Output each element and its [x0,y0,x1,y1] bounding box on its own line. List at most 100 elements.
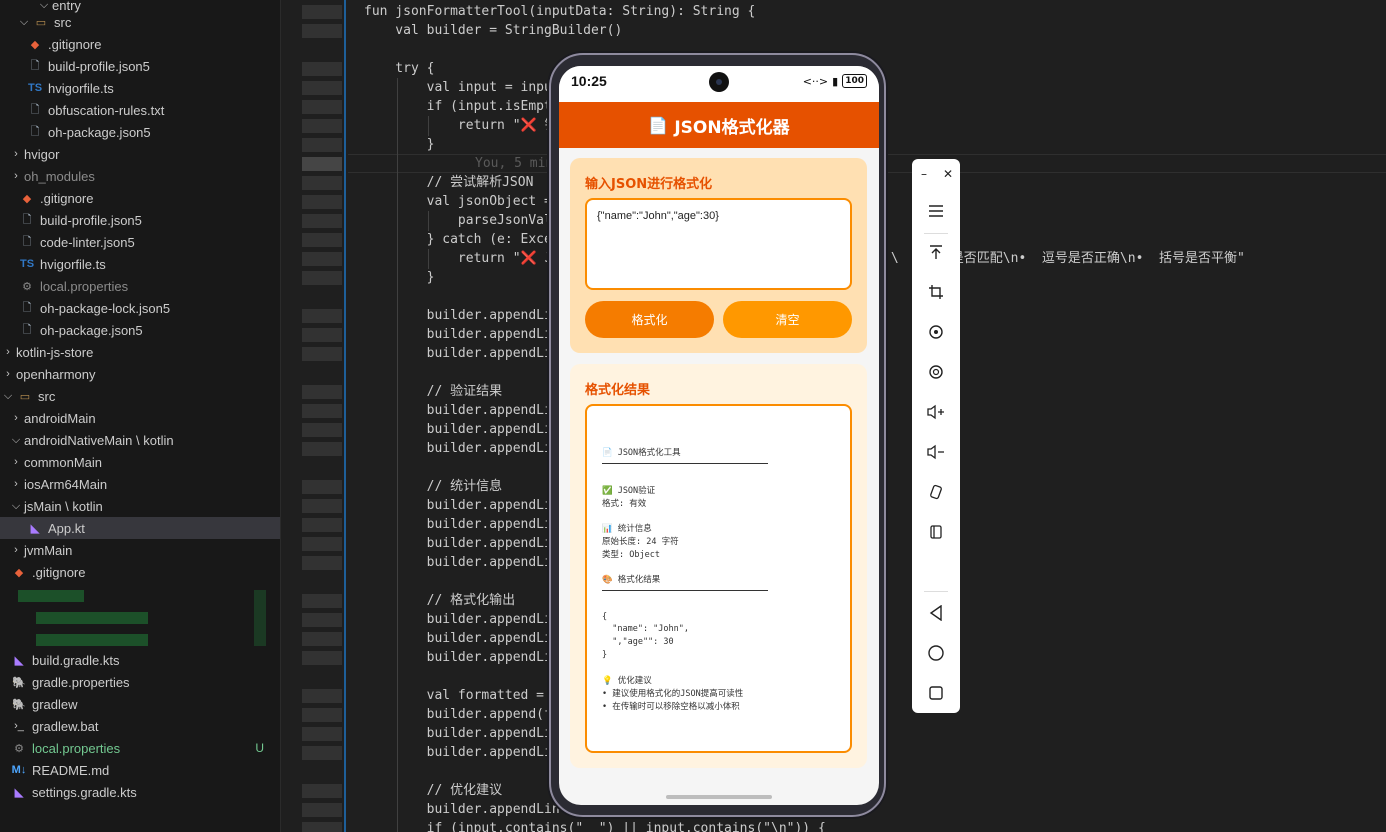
code-line: val formatted = [364,688,545,703]
modified-lines-indicator [344,0,346,832]
tree-item[interactable]: ◣ settings.gradle.kts [0,781,280,803]
typescript-icon: TS [27,82,43,94]
tree-item[interactable]: 🐘 gradle.properties [0,671,280,693]
tree-item[interactable]: ◣ App.kt [0,517,280,539]
redacted-item [36,612,148,624]
chevron-down-icon[interactable]: ⌵ [0,390,16,403]
tree-item[interactable]: ⚙ local.properties U [0,737,280,759]
kotlin-icon: ◣ [30,522,40,535]
rotate-device-icon[interactable] [912,478,960,506]
markdown-icon: M↓ [11,764,27,776]
code-line: builder.appendLi [364,631,552,646]
result-validate-title: ✅ JSON验证 [602,486,656,496]
tree-item[interactable]: › iosArm64Main [0,473,280,495]
tree-item[interactable]: 🗋 oh-package.json5 [0,121,280,143]
code-line: builder.appendLi [364,612,552,627]
tree-item[interactable]: ◆ .gitignore [0,187,280,209]
code-line: if (input.isEmpt [364,99,552,114]
code-line: return "❌ 错 [364,118,558,133]
chevron-down-icon[interactable]: ⌵ [8,434,24,447]
tree-item-label: build-profile.json5 [40,212,142,228]
tree-item-label: .gitignore [32,564,86,580]
code-line: builder.appendLi [364,308,552,323]
tree-item-label: code-linter.json5 [40,234,135,250]
tree-item[interactable]: › commonMain [0,451,280,473]
tree-item[interactable]: › openharmony [0,363,280,385]
tree-item[interactable]: TS hvigorfile.ts [0,253,280,275]
code-line: val jsonObject = [364,194,552,209]
menu-icon[interactable] [912,197,960,225]
minimize-button[interactable]: – [912,160,936,188]
tree-item[interactable]: ›_ gradlew.bat [0,715,280,737]
app-title: JSON格式化器 [674,117,790,138]
tree-item[interactable]: › kotlin-js-store [0,341,280,363]
recents-icon[interactable] [912,679,960,707]
tree-item-label: hvigorfile.ts [48,80,114,96]
code-line: builder.appendLi [364,327,552,342]
kotlin-icon: ◣ [14,786,24,799]
format-button[interactable]: 格式化 [585,301,714,338]
chevron-right-icon[interactable]: › [8,170,24,182]
tree-item[interactable]: TS hvigorfile.ts [0,77,280,99]
pin-top-icon[interactable] [912,238,960,266]
chevron-down-icon[interactable]: ⌵ [8,500,24,513]
tree-item-label: settings.gradle.kts [32,784,137,800]
tree-item[interactable]: › androidMain [0,407,280,429]
tree-item[interactable]: ◆ .gitignore [0,561,280,583]
code-line: builder.appendLin [364,802,560,817]
chevron-down-icon[interactable]: ⌵ [16,16,32,29]
chevron-right-icon[interactable]: › [8,478,24,490]
tree-item[interactable]: 🗋 oh-package.json5 [0,319,280,341]
chevron-right-icon[interactable]: › [8,148,24,160]
close-button[interactable]: ✕ [936,160,960,188]
tree-item[interactable]: 🗋 build-profile.json5 [0,209,280,231]
tree-item[interactable]: ⚙ local.properties [0,275,280,297]
redacted-item [18,590,84,602]
tree-item[interactable]: 🗋 obfuscation-rules.txt [0,99,280,121]
tree-item[interactable]: ⌵ ▭ src [0,385,280,407]
code-line: builder.appendLi [364,498,552,513]
tree-item[interactable]: ⌵ androidNativeMain \ kotlin [0,429,280,451]
chevron-right-icon[interactable]: › [0,368,16,380]
clear-button[interactable]: 清空 [723,301,852,338]
volume-down-icon[interactable] [912,438,960,466]
chevron-right-icon[interactable]: › [8,412,24,424]
tree-item[interactable]: ⌵ jsMain \ kotlin [0,495,280,517]
chevron-right-icon[interactable]: › [8,544,24,556]
tree-item[interactable]: 🗋 build-profile.json5 [0,55,280,77]
fold-device-icon[interactable] [912,518,960,546]
tree-item[interactable]: 🐘 gradlew [0,693,280,715]
gradle-icon: 🐘 [12,698,26,711]
code-line: // 验证结果 [364,384,503,399]
tree-item[interactable]: ⌵ ▭ src [0,11,280,33]
result-json-line: ","age"": 30 [602,637,674,647]
chevron-down-icon[interactable]: ⌵ [36,0,52,12]
crop-screenshot-icon[interactable] [912,278,960,306]
tree-item[interactable]: › jvmMain [0,539,280,561]
tree-item-label: kotlin-js-store [16,344,94,360]
rotate-left-icon[interactable] [912,318,960,346]
tree-item[interactable]: › hvigor [0,143,280,165]
chevron-right-icon[interactable]: › [8,456,24,468]
tree-item[interactable]: › oh_modules [0,165,280,187]
back-icon[interactable] [912,599,960,627]
tree-item[interactable]: 🗋 oh-package-lock.json5 [0,297,280,319]
code-line: val builder = StringBuilder() [364,23,623,38]
tree-item[interactable]: ◣ build.gradle.kts [0,649,280,671]
tree-item[interactable]: ◆ .gitignore [0,33,280,55]
rotate-right-icon[interactable] [912,358,960,386]
tree-item[interactable]: 🗋 code-linter.json5 [0,231,280,253]
home-indicator[interactable] [666,795,772,799]
chevron-right-icon[interactable]: › [0,346,16,358]
file-icon: 🗋 [22,323,32,336]
volume-up-icon[interactable] [912,398,960,426]
tree-item-label: androidMain [24,410,96,426]
code-line: builder.appendLi [364,745,552,760]
git-blame-annotation: You, 5 min [475,156,554,171]
home-icon[interactable] [912,639,960,667]
tree-item-label: jsMain \ kotlin [24,498,103,514]
tree-item[interactable]: M↓ README.md [0,759,280,781]
tree-item-label: oh-package.json5 [48,124,151,140]
tree-item-label: gradlew [32,696,78,712]
json-input-field[interactable]: {"name":"John","age":30} [585,198,852,290]
